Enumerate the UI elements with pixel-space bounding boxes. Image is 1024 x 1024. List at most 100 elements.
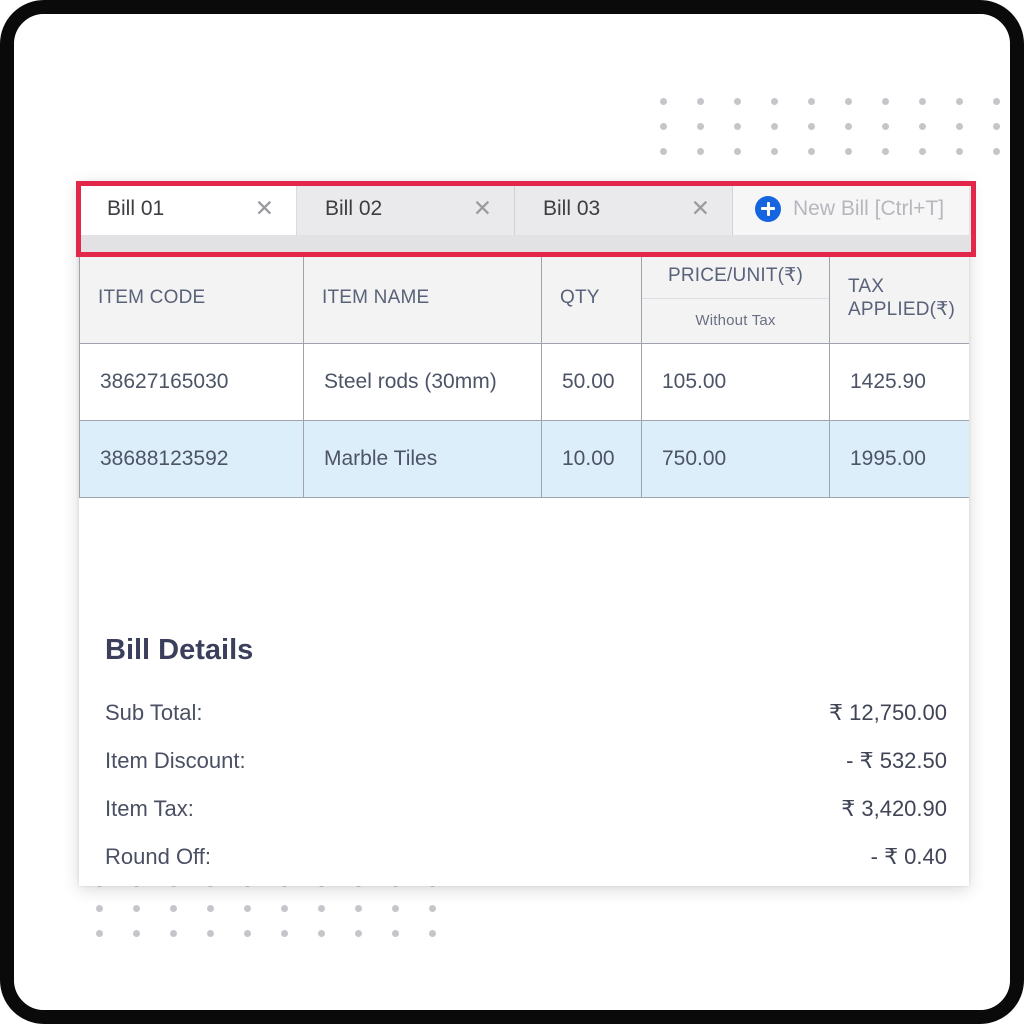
header-item-code[interactable]: ITEM CODE <box>79 252 304 344</box>
decorative-dot <box>133 905 140 912</box>
decorative-dot <box>956 98 963 105</box>
cell-item-name: Steel rods (30mm) <box>303 343 542 421</box>
detail-row-item-discount: Item Discount: - ₹ 532.50 <box>105 737 947 785</box>
decorative-dot <box>392 930 399 937</box>
decorative-dot <box>845 148 852 155</box>
bill-tab-2[interactable]: Bill 02 ✕ <box>297 182 515 235</box>
table-row[interactable]: 38688123592 Marble Tiles 10.00 750.00 19… <box>79 420 969 498</box>
decorative-dot <box>734 98 741 105</box>
decorative-dot <box>956 123 963 130</box>
decorative-dot <box>919 98 926 105</box>
bill-details-title: Bill Details <box>105 634 254 666</box>
new-bill-button[interactable]: New Bill [Ctrl+T] <box>733 182 969 235</box>
header-qty[interactable]: QTY <box>541 252 642 344</box>
decorative-dot <box>170 930 177 937</box>
decorative-dot <box>845 98 852 105</box>
decorative-dot <box>919 123 926 130</box>
new-bill-label: New Bill [Ctrl+T] <box>793 196 945 220</box>
decorative-dot <box>808 98 815 105</box>
cell-qty: 10.00 <box>541 420 642 498</box>
decorative-dot <box>734 148 741 155</box>
device-frame: Bill 01 ✕ Bill 02 ✕ Bill 03 ✕ New Bill [… <box>0 0 1024 1024</box>
close-icon[interactable]: ✕ <box>689 197 712 220</box>
decorative-dot <box>318 930 325 937</box>
decorative-dot <box>281 905 288 912</box>
header-item-name[interactable]: ITEM NAME <box>303 252 542 344</box>
decorative-dot <box>96 930 103 937</box>
decorative-dot-grid-bottom-left <box>96 880 436 937</box>
decorative-dot <box>697 148 704 155</box>
detail-row-item-tax: Item Tax: ₹ 3,420.90 <box>105 785 947 833</box>
decorative-dot <box>355 905 362 912</box>
decorative-dot <box>429 930 436 937</box>
decorative-dot <box>244 905 251 912</box>
decorative-dot <box>281 930 288 937</box>
header-price-unit-label: PRICE/UNIT(₹) <box>667 264 803 286</box>
cell-qty: 50.00 <box>541 343 642 421</box>
cell-tax: 1995.00 <box>829 420 969 498</box>
detail-label: Round Off: <box>105 844 211 869</box>
bill-card: Bill 01 ✕ Bill 02 ✕ Bill 03 ✕ New Bill [… <box>79 182 969 886</box>
detail-value: - ₹ 0.40 <box>870 844 947 869</box>
detail-row-round-off: Round Off: - ₹ 0.40 <box>105 833 947 881</box>
decorative-dot-grid-top-right <box>660 98 1000 155</box>
header-price-unit[interactable]: PRICE/UNIT(₹) Without Tax <box>641 252 830 344</box>
items-table-body: 38627165030 Steel rods (30mm) 50.00 105.… <box>79 343 969 498</box>
decorative-dot <box>919 148 926 155</box>
decorative-dot <box>96 905 103 912</box>
detail-value: - ₹ 532.50 <box>846 748 947 773</box>
decorative-dot <box>697 123 704 130</box>
decorative-dot <box>845 123 852 130</box>
detail-value: ₹ 3,420.90 <box>841 796 947 821</box>
decorative-dot <box>808 123 815 130</box>
detail-label: Sub Total: <box>105 700 203 725</box>
decorative-dot <box>429 905 436 912</box>
decorative-dot <box>993 148 1000 155</box>
detail-row-sub-total: Sub Total: ₹ 12,750.00 <box>105 689 947 737</box>
decorative-dot <box>808 148 815 155</box>
table-header-row: ITEM CODE ITEM NAME QTY PRICE/UNIT(₹) Wi… <box>79 252 969 344</box>
decorative-dot <box>771 98 778 105</box>
decorative-dot <box>882 98 889 105</box>
cell-item-name: Marble Tiles <box>303 420 542 498</box>
cell-price: 750.00 <box>641 420 830 498</box>
header-tax-applied[interactable]: TAX APPLIED(₹) <box>829 252 969 344</box>
decorative-dot <box>207 930 214 937</box>
decorative-dot <box>882 123 889 130</box>
decorative-dot <box>660 148 667 155</box>
bill-tab-3[interactable]: Bill 03 ✕ <box>515 182 733 235</box>
bill-tab-2-label: Bill 02 <box>325 196 383 220</box>
bill-tab-1[interactable]: Bill 01 ✕ <box>79 182 297 235</box>
close-icon[interactable]: ✕ <box>253 197 276 220</box>
plus-circle-icon <box>755 195 781 222</box>
cell-item-code: 38688123592 <box>79 420 304 498</box>
frame-inner-surface: Bill 01 ✕ Bill 02 ✕ Bill 03 ✕ New Bill [… <box>14 14 1010 1010</box>
decorative-dot <box>392 905 399 912</box>
cell-item-code: 38627165030 <box>79 343 304 421</box>
decorative-dot <box>318 905 325 912</box>
decorative-dot <box>734 123 741 130</box>
decorative-dot <box>355 930 362 937</box>
detail-value: ₹ 12,750.00 <box>829 700 947 725</box>
cell-tax: 1425.90 <box>829 343 969 421</box>
decorative-dot <box>993 98 1000 105</box>
decorative-dot <box>771 123 778 130</box>
decorative-dot <box>170 905 177 912</box>
decorative-dot <box>133 930 140 937</box>
bill-tab-strip: Bill 01 ✕ Bill 02 ✕ Bill 03 ✕ New Bill [… <box>79 182 969 252</box>
close-icon[interactable]: ✕ <box>471 197 494 220</box>
decorative-dot <box>660 123 667 130</box>
detail-label: Item Discount: <box>105 748 246 773</box>
detail-label: Item Tax: <box>105 796 194 821</box>
decorative-dot <box>956 148 963 155</box>
decorative-dot <box>771 148 778 155</box>
items-table-header: ITEM CODE ITEM NAME QTY PRICE/UNIT(₹) Wi… <box>79 252 969 344</box>
bill-details-section: Bill Details Sub Total: ₹ 12,750.00 Item… <box>79 606 969 886</box>
decorative-dot <box>993 123 1000 130</box>
bill-tab-3-label: Bill 03 <box>543 196 601 220</box>
decorative-dot <box>660 98 667 105</box>
table-row[interactable]: 38627165030 Steel rods (30mm) 50.00 105.… <box>79 343 969 421</box>
header-price-unit-sublabel: Without Tax <box>642 297 829 344</box>
decorative-dot <box>207 905 214 912</box>
cell-price: 105.00 <box>641 343 830 421</box>
